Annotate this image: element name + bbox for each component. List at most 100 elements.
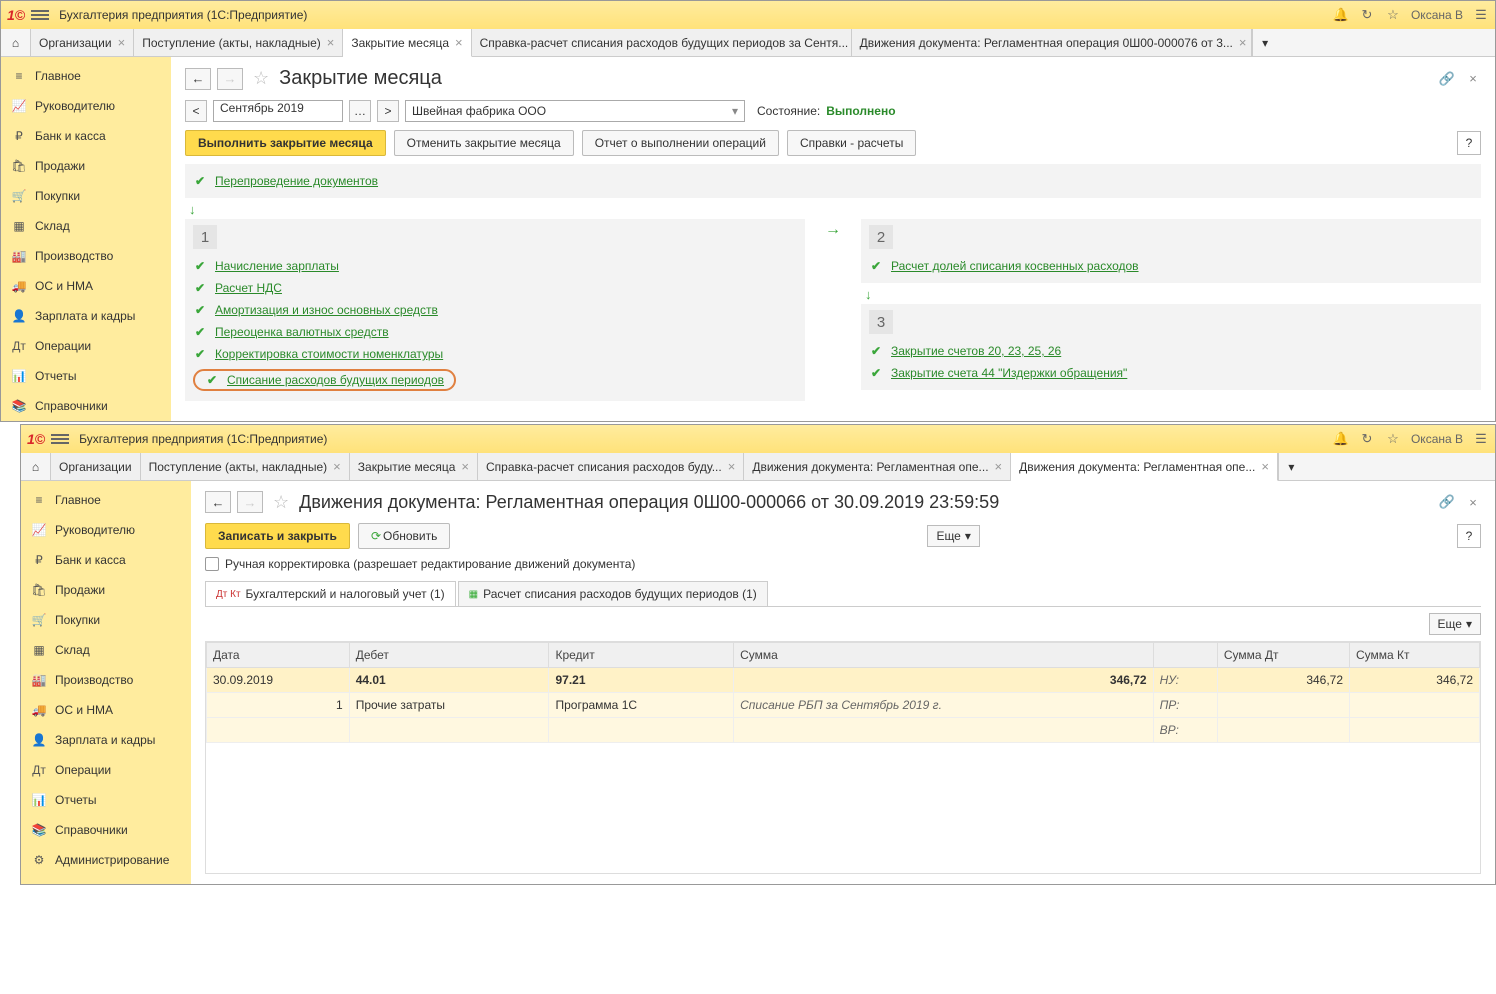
tab-0[interactable]: Организации: [51, 453, 141, 480]
more-button[interactable]: Еще ▾: [927, 525, 979, 547]
op-reposting[interactable]: Перепроведение документов: [215, 174, 378, 188]
org-select[interactable]: Швейная фабрика ООО▾: [405, 100, 745, 122]
history-icon[interactable]: ↻: [1359, 7, 1375, 23]
sidebar-item-1[interactable]: 📈Руководителю: [21, 515, 191, 545]
sidebar-item-9[interactable]: ДтОперации: [1, 331, 171, 361]
col-sum[interactable]: Сумма: [734, 643, 1153, 668]
tab-3[interactable]: Справка-расчет списания расходов буду...…: [478, 453, 744, 480]
tab-more[interactable]: ▾: [1278, 453, 1304, 480]
op-link[interactable]: Амортизация и износ основных средств: [215, 303, 438, 317]
bell-icon[interactable]: 🔔: [1333, 431, 1349, 447]
sidebar-item-11[interactable]: 📚Справочники: [1, 391, 171, 421]
home-tab[interactable]: ⌂: [1, 29, 31, 56]
subtab-calc[interactable]: ▦Расчет списания расходов будущих период…: [458, 581, 768, 606]
col-credit[interactable]: Кредит: [549, 643, 734, 668]
sidebar-item-6[interactable]: 🏭Производство: [1, 241, 171, 271]
nav-back[interactable]: ←: [185, 68, 211, 90]
home-tab[interactable]: ⌂: [21, 453, 51, 480]
favorite-icon[interactable]: ☆: [273, 492, 289, 513]
sidebar-item-4[interactable]: 🛒Покупки: [1, 181, 171, 211]
op-link[interactable]: Расчет НДС: [215, 281, 282, 295]
save-close-button[interactable]: Записать и закрыть: [205, 523, 350, 549]
more-button-2[interactable]: Еще ▾: [1429, 613, 1481, 635]
close-page-icon[interactable]: ×: [1465, 71, 1481, 87]
close-icon[interactable]: ×: [728, 459, 736, 474]
settings-icon[interactable]: ☰: [1473, 431, 1489, 447]
tab-4[interactable]: Движения документа: Регламентная операци…: [852, 29, 1252, 56]
period-picker[interactable]: …: [349, 100, 371, 122]
prev-period[interactable]: <: [185, 100, 207, 122]
op-link[interactable]: Закрытие счета 44 "Издержки обращения": [891, 366, 1127, 380]
sidebar-item-7[interactable]: 🚚ОС и НМА: [21, 695, 191, 725]
close-icon[interactable]: ×: [455, 35, 463, 50]
tab-3[interactable]: Справка-расчет списания расходов будущих…: [472, 29, 852, 56]
sidebar-item-admin[interactable]: ⚙Администрирование: [21, 845, 191, 875]
op-link[interactable]: Корректировка стоимости номенклатуры: [215, 347, 443, 361]
sidebar-item-5[interactable]: ▦Склад: [1, 211, 171, 241]
close-page-icon[interactable]: ×: [1465, 494, 1481, 510]
sidebar-item-8[interactable]: 👤Зарплата и кадры: [1, 301, 171, 331]
table-row[interactable]: 1 Прочие затраты Программа 1С Списание Р…: [207, 693, 1480, 718]
hamburger-icon[interactable]: [31, 10, 49, 20]
sidebar-item-0[interactable]: ≡Главное: [1, 61, 171, 91]
bell-icon[interactable]: 🔔: [1333, 7, 1349, 23]
op-link[interactable]: Начисление зарплаты: [215, 259, 339, 273]
close-icon[interactable]: ×: [461, 459, 469, 474]
favorite-icon[interactable]: ☆: [253, 68, 269, 89]
nav-fwd[interactable]: →: [237, 491, 263, 513]
tab-more[interactable]: ▾: [1252, 29, 1278, 56]
sidebar-item-7[interactable]: 🚚ОС и НМА: [1, 271, 171, 301]
sidebar-item-10[interactable]: 📊Отчеты: [1, 361, 171, 391]
tab-2[interactable]: Закрытие месяца×: [343, 29, 471, 57]
help-button[interactable]: ?: [1457, 524, 1481, 548]
close-icon[interactable]: ×: [995, 459, 1003, 474]
sidebar-item-10[interactable]: 📊Отчеты: [21, 785, 191, 815]
tab-0[interactable]: Организации×: [31, 29, 134, 56]
refs-button[interactable]: Справки - расчеты: [787, 130, 916, 156]
sidebar-item-2[interactable]: ₽Банк и касса: [1, 121, 171, 151]
history-icon[interactable]: ↻: [1359, 431, 1375, 447]
link-icon[interactable]: 🔗: [1439, 494, 1455, 510]
cancel-close-button[interactable]: Отменить закрытие месяца: [394, 130, 574, 156]
col-date[interactable]: Дата: [207, 643, 350, 668]
refresh-button[interactable]: ⟳Обновить: [358, 523, 450, 549]
sidebar-item-0[interactable]: ≡Главное: [21, 485, 191, 515]
table-row[interactable]: 30.09.2019 44.01 97.21 346,72 НУ: 346,72…: [207, 668, 1480, 693]
col-debit[interactable]: Дебет: [349, 643, 549, 668]
tab-1[interactable]: Поступление (акты, накладные)×: [134, 29, 343, 56]
user-name[interactable]: Оксана В: [1411, 432, 1463, 446]
col-sum-dt[interactable]: Сумма Дт: [1217, 643, 1349, 668]
period-input[interactable]: Сентябрь 2019: [213, 100, 343, 122]
col-blank[interactable]: [1153, 643, 1217, 668]
sidebar-item-3[interactable]: 🛍Продажи: [21, 575, 191, 605]
close-icon[interactable]: ×: [1239, 35, 1247, 50]
sidebar-item-5[interactable]: ▦Склад: [21, 635, 191, 665]
op-link[interactable]: Закрытие счетов 20, 23, 25, 26: [891, 344, 1061, 358]
close-icon[interactable]: ×: [333, 459, 341, 474]
sidebar-item-4[interactable]: 🛒Покупки: [21, 605, 191, 635]
close-icon[interactable]: ×: [327, 35, 335, 50]
sidebar-item-2[interactable]: ₽Банк и касса: [21, 545, 191, 575]
star-icon[interactable]: ☆: [1385, 7, 1401, 23]
link-icon[interactable]: 🔗: [1439, 71, 1455, 87]
op-link[interactable]: Списание расходов будущих периодов: [227, 373, 444, 387]
nav-fwd[interactable]: →: [217, 68, 243, 90]
sidebar-item-3[interactable]: 🛍Продажи: [1, 151, 171, 181]
hamburger-icon[interactable]: [51, 434, 69, 444]
star-icon[interactable]: ☆: [1385, 431, 1401, 447]
table-row[interactable]: ВР:: [207, 718, 1480, 743]
tab-2[interactable]: Закрытие месяца×: [350, 453, 478, 480]
col-sum-kt[interactable]: Сумма Кт: [1350, 643, 1480, 668]
help-button[interactable]: ?: [1457, 131, 1481, 155]
user-name[interactable]: Оксана В: [1411, 8, 1463, 22]
execute-button[interactable]: Выполнить закрытие месяца: [185, 130, 386, 156]
next-period[interactable]: >: [377, 100, 399, 122]
settings-icon[interactable]: ☰: [1473, 7, 1489, 23]
report-button[interactable]: Отчет о выполнении операций: [582, 130, 779, 156]
sidebar-item-9[interactable]: ДтОперации: [21, 755, 191, 785]
sidebar-item-6[interactable]: 🏭Производство: [21, 665, 191, 695]
op-link[interactable]: Расчет долей списания косвенных расходов: [891, 259, 1139, 273]
tab-5[interactable]: Движения документа: Регламентная опе...×: [1011, 453, 1278, 481]
sidebar-item-11[interactable]: 📚Справочники: [21, 815, 191, 845]
sidebar-item-8[interactable]: 👤Зарплата и кадры: [21, 725, 191, 755]
